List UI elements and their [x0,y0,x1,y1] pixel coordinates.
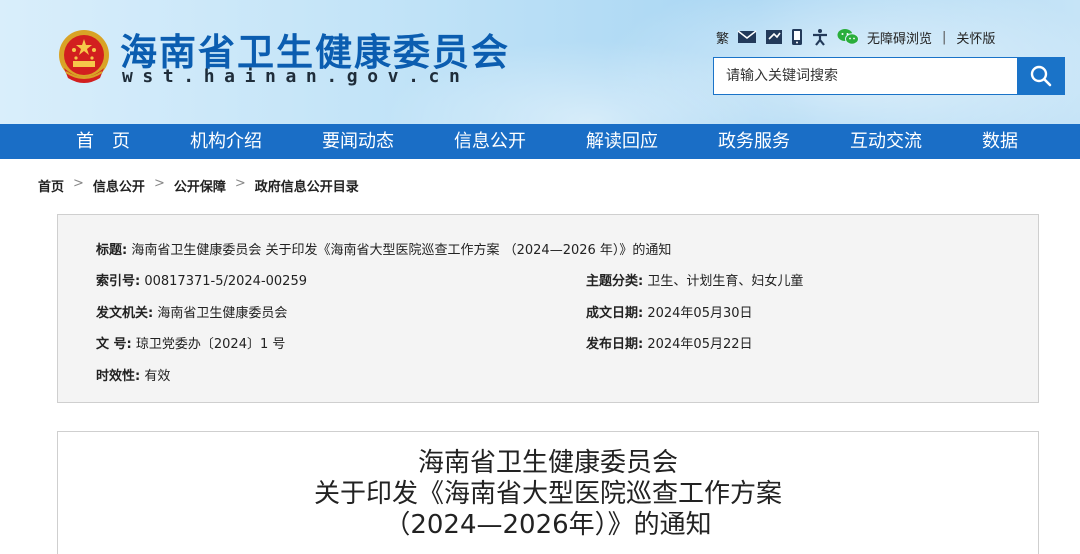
meta-topic-label: 主题分类: [586,274,644,289]
meta-title-value: 海南省卫生健康委员会 关于印发《海南省大型医院巡查工作方案 （2024—2026… [131,243,672,258]
meta-topic-row: 主题分类: 卫生、计划生育、妇女儿童 [586,270,803,289]
wechat-icon[interactable] [837,28,860,46]
mobile-icon[interactable] [791,28,803,46]
article-title-line: 关于印发《海南省大型医院巡查工作方案 [313,479,782,509]
national-emblem-icon[interactable] [56,28,112,86]
document-meta-box: 标题: 海南省卫生健康委员会 关于印发《海南省大型医院巡查工作方案 （2024—… [57,214,1039,403]
main-nav: 首 页 机构介绍 要闻动态 信息公开 解读回应 政务服务 互动交流 数据 [0,124,1080,159]
meta-docno-row: 文 号: 琼卫党委办〔2024〕1 号 [96,333,285,352]
meta-published-label: 发布日期: [586,337,644,352]
search-icon [1030,65,1051,87]
article-container: 海南省卫生健康委员会 关于印发《海南省大型医院巡查工作方案 （2024—2026… [57,431,1039,554]
tools-separator: | [942,29,947,45]
search-input[interactable] [714,58,1018,94]
site-url: wst.hainan.gov.cn [122,66,470,87]
meta-created-row: 成文日期: 2024年05月30日 [586,302,753,321]
search-button[interactable] [1017,58,1064,94]
meta-title-row: 标题: 海南省卫生健康委员会 关于印发《海南省大型医院巡查工作方案 （2024—… [96,239,671,258]
breadcrumb-info-disclosure[interactable]: 信息公开 [93,176,145,195]
breadcrumb-catalog[interactable]: 政府信息公开目录 [255,176,359,195]
meta-validity-label: 时效性: [96,369,141,384]
nav-item-home[interactable]: 首 页 [76,124,130,159]
nav-item-info-disclosure[interactable]: 信息公开 [454,124,526,159]
nav-item-services[interactable]: 政务服务 [718,124,790,159]
article-title-line: （2024—2026年）》的通知 [384,510,712,540]
meta-index-value: 00817371-5/2024-00259 [144,274,307,289]
site-header: 海南省卫生健康委员会 wst.hainan.gov.cn 繁 无障碍浏览 | 关… [0,0,1080,124]
meta-title-label: 标题: [96,243,128,258]
article-title: 海南省卫生健康委员会 关于印发《海南省大型医院巡查工作方案 （2024—2026… [58,448,1038,541]
meta-published-value: 2024年05月22日 [647,337,753,352]
breadcrumb-separator: > [73,176,84,191]
breadcrumb-guarantee[interactable]: 公开保障 [174,176,226,195]
meta-docno-value: 琼卫党委办〔2024〕1 号 [135,337,286,352]
breadcrumb: 首页 > 信息公开 > 公开保障 > 政府信息公开目录 [38,176,359,195]
traditional-chinese-link[interactable]: 繁 [716,28,729,47]
meta-issuer-label: 发文机关: [96,306,154,321]
header-tools: 繁 无障碍浏览 | 关怀版 [716,26,995,48]
meta-issuer-value: 海南省卫生健康委员会 [157,306,288,321]
accessibility-icon[interactable] [811,28,829,46]
breadcrumb-separator: > [153,176,165,191]
elder-mode-link[interactable]: 关怀版 [956,28,995,47]
breadcrumb-separator: > [234,176,246,191]
meta-index-row: 索引号: 00817371-5/2024-00259 [96,270,307,289]
mail-icon[interactable] [737,29,757,45]
nav-item-interpretation[interactable]: 解读回应 [586,124,658,159]
meta-validity-value: 有效 [144,369,171,384]
nav-item-news[interactable]: 要闻动态 [322,124,394,159]
meta-index-label: 索引号: [96,274,141,289]
weibo-icon[interactable] [765,29,783,45]
nav-item-data[interactable]: 数据 [982,124,1018,159]
meta-topic-value: 卫生、计划生育、妇女儿童 [647,274,804,289]
meta-issuer-row: 发文机关: 海南省卫生健康委员会 [96,302,287,321]
search-box [713,57,1065,95]
meta-created-value: 2024年05月30日 [647,306,753,321]
meta-docno-label: 文 号: [96,337,132,352]
nav-item-about[interactable]: 机构介绍 [190,124,262,159]
article-title-line: 海南省卫生健康委员会 [417,448,678,478]
meta-published-row: 发布日期: 2024年05月22日 [586,333,753,352]
breadcrumb-home[interactable]: 首页 [38,176,64,195]
meta-validity-row: 时效性: 有效 [96,365,170,384]
nav-item-interaction[interactable]: 互动交流 [850,124,922,159]
meta-created-label: 成文日期: [586,306,644,321]
barrier-free-link[interactable]: 无障碍浏览 [867,28,932,47]
